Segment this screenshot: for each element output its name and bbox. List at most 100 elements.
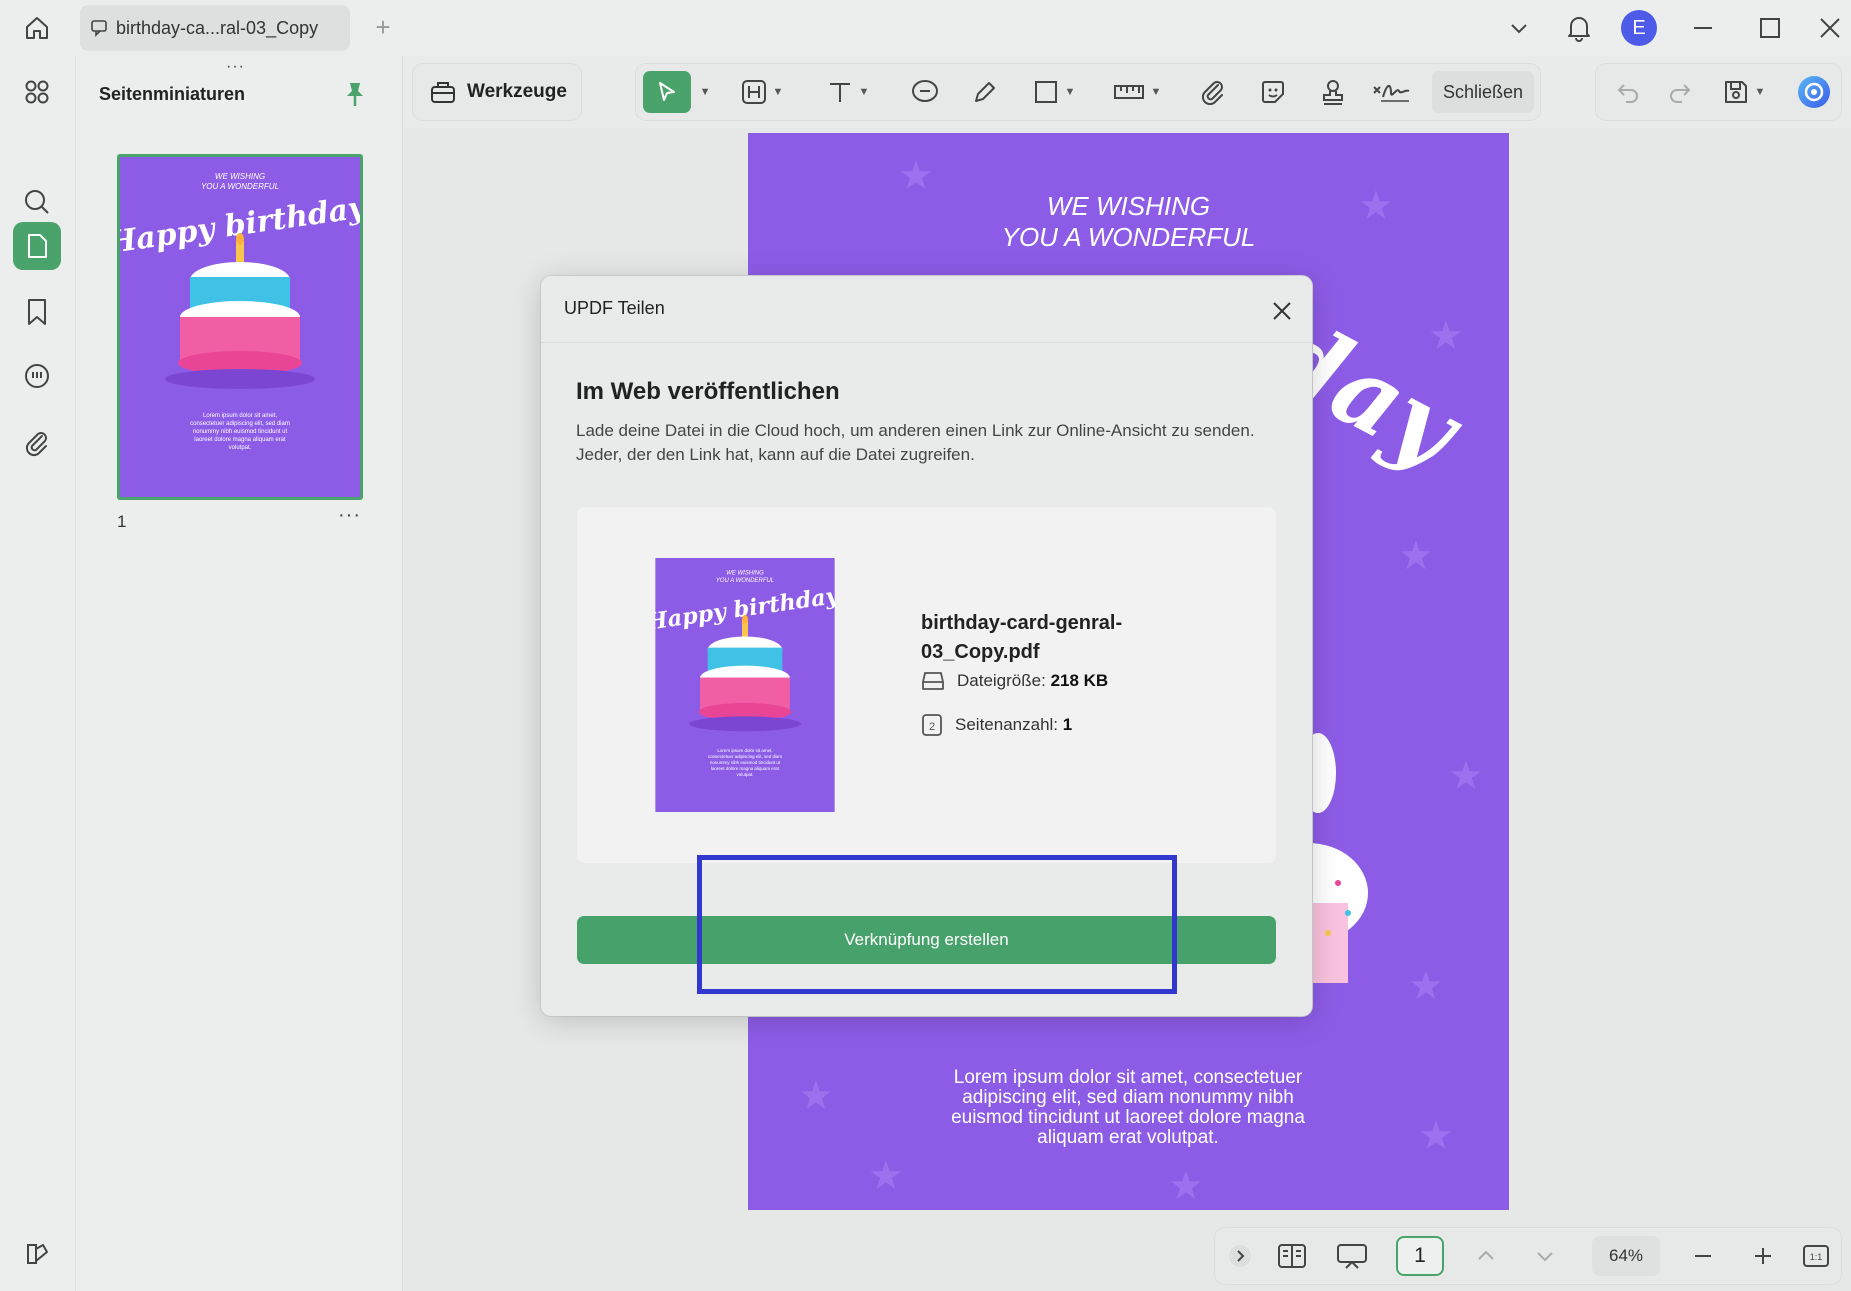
dialog-title: UPDF Teilen [564, 298, 665, 318]
close-window-button[interactable] [1810, 8, 1850, 48]
file-preview: WE WISHING YOU A WONDERFUL Happy birthda… [655, 558, 835, 812]
rail-comments-button[interactable] [13, 353, 61, 401]
redo-button[interactable] [1660, 71, 1700, 113]
measure-tool-button[interactable]: ▼ [1108, 71, 1166, 113]
close-tools-button[interactable]: Schließen [1432, 71, 1534, 113]
search-icon [25, 190, 49, 214]
rail-theme-button[interactable] [13, 1229, 61, 1277]
dialog-close-button[interactable] [1267, 296, 1297, 326]
sticker-tool-button[interactable] [1251, 71, 1295, 113]
ai-assistant-button[interactable] [1794, 71, 1834, 113]
undo-button[interactable] [1608, 71, 1648, 113]
rail-search-button[interactable] [13, 178, 61, 226]
rectangle-icon [1034, 81, 1057, 103]
home-button[interactable] [14, 8, 60, 48]
highlight-tool-button[interactable]: ▼ [740, 71, 784, 113]
previous-page-button[interactable] [1468, 1236, 1504, 1276]
next-page-button[interactable] [1527, 1236, 1563, 1276]
pin-button[interactable] [343, 80, 367, 113]
left-rail [0, 56, 74, 1291]
comment-icon [91, 20, 107, 37]
svg-text:nonummy nibh euismod tincidunt: nonummy nibh euismod tincidunt ut [710, 760, 781, 765]
actual-size-button[interactable]: 1:1 [1799, 1236, 1833, 1276]
bottom-bar: 1 64% 1:1 [1215, 1228, 1841, 1284]
tools-button[interactable]: Werkzeuge [413, 64, 581, 120]
cursor-icon [659, 82, 675, 101]
dialog-description: Lade deine Datei in die Cloud hoch, um a… [576, 421, 1255, 464]
rail-bookmarks-button[interactable] [13, 288, 61, 336]
chevron-down-button[interactable] [1499, 8, 1539, 48]
panel-drag-handle[interactable]: ··· [226, 58, 245, 76]
sticker-icon [1262, 81, 1284, 103]
svg-text:WE WISHING: WE WISHING [726, 570, 764, 576]
stamp-tool-button[interactable] [1311, 71, 1355, 113]
save-button[interactable]: ▼ [1716, 71, 1772, 113]
zoom-out-button[interactable] [1685, 1236, 1721, 1276]
document-tab[interactable]: birthday-ca...ral-03_Copy [80, 5, 350, 51]
signature-tool-button[interactable] [1366, 71, 1416, 113]
star-decoration: ★ [868, 1154, 904, 1198]
paperclip-icon [1201, 81, 1223, 105]
page-count-label: Seitenanzahl: [955, 715, 1059, 734]
hard-drive-icon [922, 672, 944, 690]
minimize-icon [1694, 27, 1712, 29]
maximize-button[interactable] [1750, 8, 1790, 48]
svg-text:volutpat.: volutpat. [229, 445, 252, 451]
shape-tool-button[interactable]: ▼ [1028, 71, 1080, 113]
rail-thumbnails-button[interactable] [13, 222, 61, 270]
notifications-button[interactable] [1559, 8, 1599, 48]
paperclip-icon [25, 432, 47, 457]
attach-tool-button[interactable] [1191, 71, 1235, 113]
user-avatar[interactable]: E [1621, 10, 1657, 46]
presentation-icon [1337, 1244, 1367, 1269]
chevron-down-icon: ▼ [1150, 86, 1162, 98]
presentation-button[interactable] [1329, 1236, 1375, 1276]
minimize-button[interactable] [1683, 8, 1723, 48]
chevron-down-icon: ▼ [1754, 86, 1766, 98]
new-tab-button[interactable]: + [368, 12, 398, 42]
birthday-card-thumbnail-image: WE WISHING YOU A WONDERFUL Happy birthda… [120, 157, 360, 497]
file-info-card: WE WISHING YOU A WONDERFUL Happy birthda… [577, 507, 1276, 863]
page-layout-button[interactable] [1270, 1236, 1314, 1276]
page-number-input[interactable]: 1 [1396, 1236, 1444, 1276]
svg-text:consectetuer adipiscing elit,: consectetuer adipiscing elit, sed diam [190, 421, 290, 427]
chevron-down-icon: ▼ [858, 86, 870, 98]
title-bar: birthday-ca...ral-03_Copy + E [0, 0, 1851, 56]
svg-text:YOU A WONDERFUL: YOU A WONDERFUL [716, 578, 774, 584]
expand-button[interactable] [1227, 1236, 1253, 1276]
actual-size-icon: 1:1 [1803, 1245, 1829, 1267]
chevron-right-circle-icon [1229, 1245, 1251, 1267]
grid-icon [25, 80, 49, 104]
thumbnail-more-button[interactable]: ··· [338, 504, 361, 527]
page-heading-line2: YOU A WONDERFUL [1001, 222, 1256, 252]
pen-icon [975, 82, 995, 102]
ai-assistant-icon [1798, 76, 1830, 108]
pen-tool-button[interactable] [963, 71, 1007, 113]
file-size-row: Dateigröße: 218 KB [921, 670, 1108, 692]
svg-text:WE WISHING: WE WISHING [215, 172, 265, 181]
birthday-card-preview-image: WE WISHING YOU A WONDERFUL Happy birthda… [655, 558, 835, 812]
chevron-down-icon: ▼ [1064, 86, 1076, 98]
pin-icon [347, 83, 363, 106]
file-size-value: 218 KB [1050, 671, 1109, 690]
right-toolbar: ▼ [1596, 64, 1841, 120]
svg-text:laoreet dolore magna aliquam e: laoreet dolore magna aliquam erat [711, 766, 780, 771]
zoom-in-button[interactable] [1745, 1236, 1781, 1276]
svg-text:laoreet dolore magna aliquam e: laoreet dolore magna aliquam erat [194, 437, 286, 443]
select-tool-dropdown[interactable]: ▼ [694, 71, 711, 113]
rail-organize-button[interactable] [13, 68, 61, 116]
text-tool-button[interactable]: ▼ [822, 71, 874, 113]
thumbnail-page-number: 1 [117, 512, 127, 531]
star-decoration: ★ [1418, 1114, 1454, 1158]
zoom-level[interactable]: 64% [1592, 1236, 1660, 1276]
plus-icon [1755, 1248, 1771, 1264]
undo-icon [1617, 84, 1638, 103]
rail-attachments-button[interactable] [13, 419, 61, 467]
file-size-label: Dateigröße: [957, 671, 1046, 690]
chevron-down-icon [1537, 1252, 1553, 1262]
select-tool-button[interactable] [643, 71, 691, 113]
star-decoration: ★ [798, 1074, 834, 1118]
comment-tool-button[interactable] [903, 71, 947, 113]
page-icon [28, 234, 47, 258]
page-thumbnail[interactable]: WE WISHING YOU A WONDERFUL Happy birthda… [117, 154, 363, 500]
